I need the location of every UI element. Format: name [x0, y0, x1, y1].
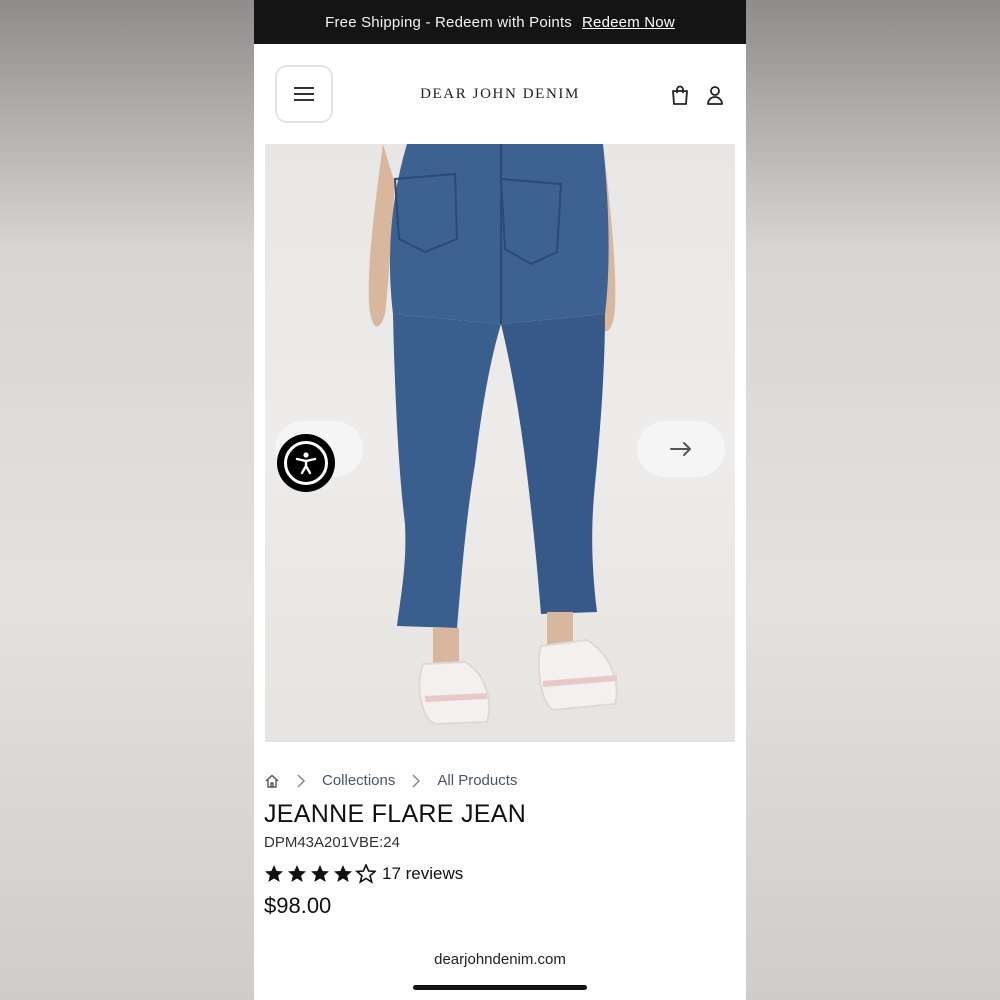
- arrow-right-icon: [670, 442, 691, 456]
- promo-bar: Free Shipping - Redeem with Points Redee…: [254, 0, 746, 44]
- redeem-now-link[interactable]: Redeem Now: [582, 14, 675, 31]
- review-count[interactable]: 17 reviews: [382, 864, 463, 884]
- product-sku: DPM43A201VBE:24: [264, 834, 400, 851]
- chevron-right-icon: [296, 773, 306, 788]
- breadcrumb-collections[interactable]: Collections: [322, 772, 395, 789]
- browser-url-bar[interactable]: dearjohndenim.com: [254, 934, 746, 1000]
- url-text[interactable]: dearjohndenim.com: [254, 951, 746, 968]
- home-indicator[interactable]: [413, 985, 587, 990]
- accessibility-button[interactable]: [277, 434, 335, 492]
- phone-screen: Free Shipping - Redeem with Points Redee…: [254, 0, 746, 1000]
- user-icon[interactable]: [704, 84, 726, 106]
- promo-text: Free Shipping - Redeem with Points: [325, 13, 573, 31]
- chevron-right-icon: [411, 773, 421, 788]
- home-icon[interactable]: [264, 773, 280, 789]
- product-rating[interactable]: 17 reviews: [264, 864, 463, 884]
- star-rating-icon: [265, 864, 376, 883]
- accessibility-icon: [295, 452, 317, 475]
- breadcrumb: Collections All Products: [264, 772, 517, 789]
- product-title: JEANNE FLARE JEAN: [264, 800, 527, 828]
- breadcrumb-all-products[interactable]: All Products: [437, 772, 517, 789]
- product-image-gallery[interactable]: [265, 144, 735, 742]
- site-header: DEAR JOHN DENIM: [254, 44, 746, 144]
- product-price: $98.00: [264, 893, 332, 918]
- shopping-bag-icon[interactable]: [669, 84, 691, 106]
- next-image-button[interactable]: [637, 421, 725, 477]
